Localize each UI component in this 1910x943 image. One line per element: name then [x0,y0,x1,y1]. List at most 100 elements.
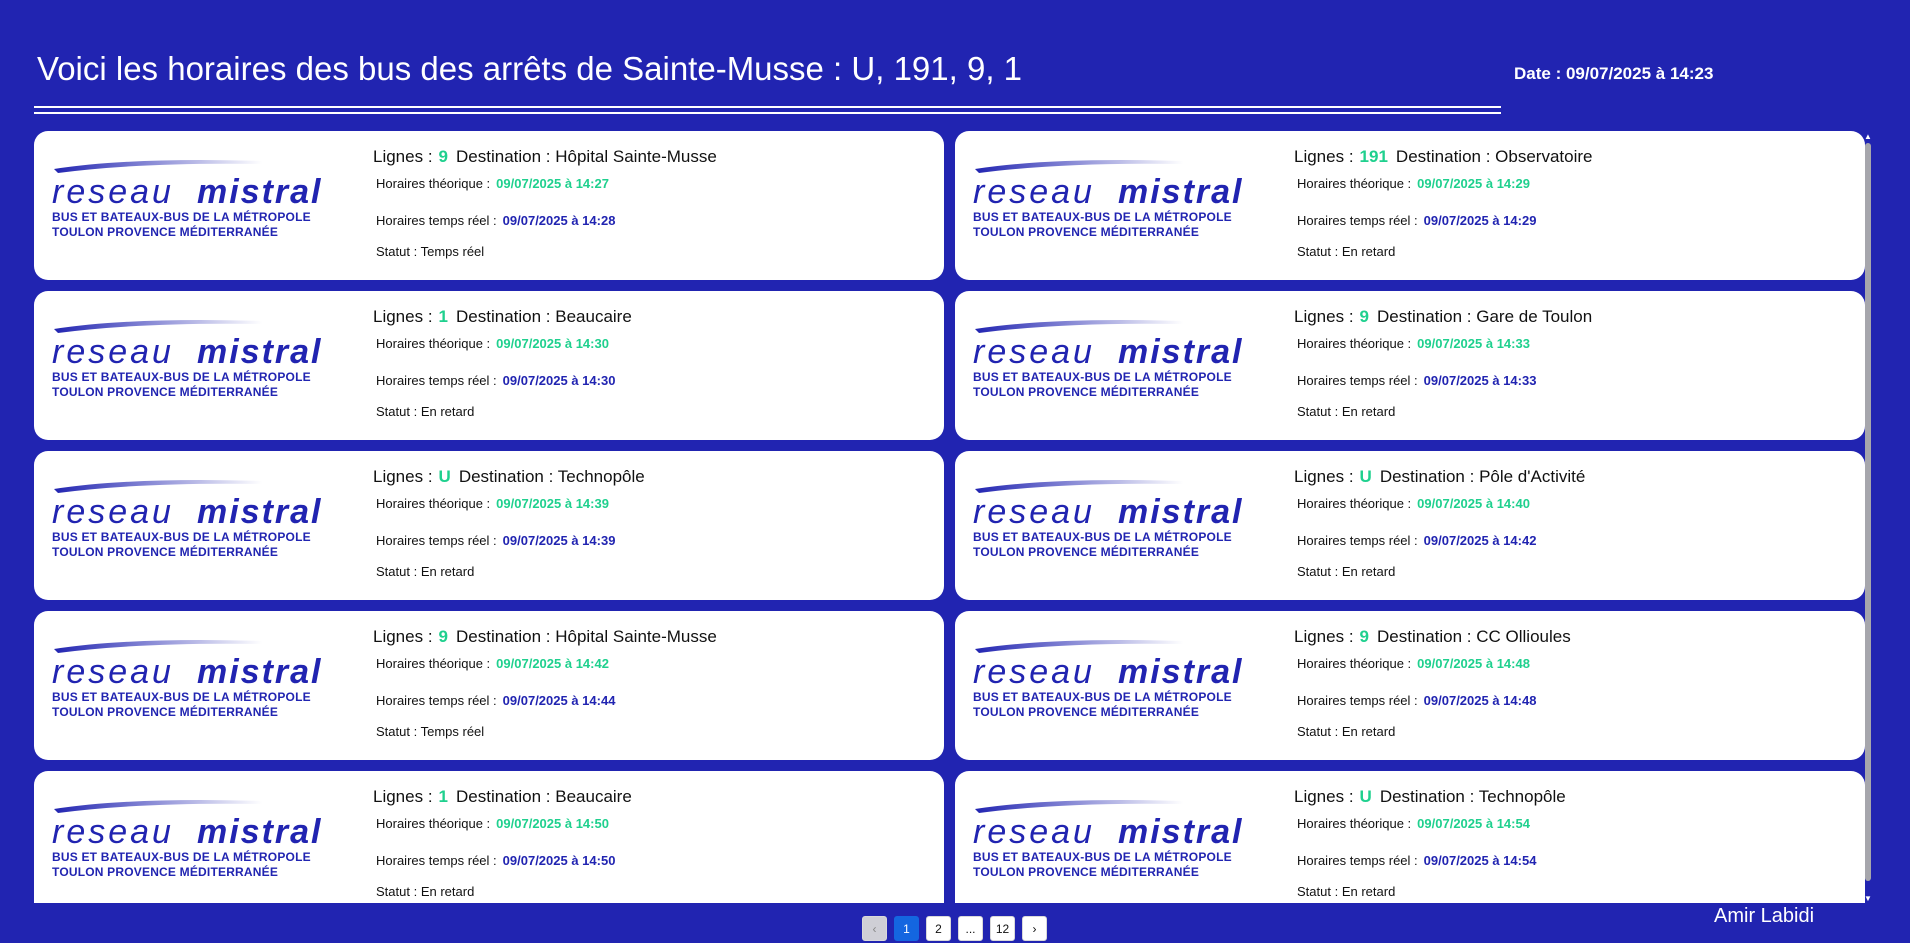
scrollbar[interactable]: ▲ ▼ [1864,131,1872,903]
chevron-right-icon: › [1032,921,1037,936]
theoretical-row: Horaires théorique : 09/07/2025 à 14:27 [376,176,933,191]
reseau-mistral-logo: reseau mistral BUS ET BATEAUX-BUS DE LA … [52,157,342,247]
departures-list[interactable]: reseau mistral BUS ET BATEAUX-BUS DE LA … [34,131,1866,903]
destination-value: Beaucaire [555,787,632,806]
logo-subtitle-line2: TOULON PROVENCE MÉDITERRANÉE [973,225,1200,239]
reseau-mistral-logo-mark: reseau mistral [52,480,321,529]
departures-grid: reseau mistral BUS ET BATEAUX-BUS DE LA … [34,131,1866,903]
theoretical-time: 09/07/2025 à 14:50 [496,816,609,831]
status-row: Statut : En retard [1297,564,1854,579]
realtime-label: Horaires temps réel : [1297,533,1418,548]
realtime-time: 09/07/2025 à 14:54 [1423,853,1537,868]
status-label: Statut : [376,724,418,739]
line-row: Lignes : U Destination : Technopôle [373,467,933,489]
page-1-button[interactable]: 1 [894,916,919,941]
page-12-button[interactable]: 12 [990,916,1015,941]
realtime-label: Horaires temps réel : [1297,373,1418,388]
scrollbar-thumb[interactable] [1865,143,1871,881]
realtime-row: Horaires temps réel : 09/07/2025 à 14:44 [376,693,933,708]
departure-card: reseau mistral BUS ET BATEAUX-BUS DE LA … [955,291,1865,440]
destination-value: Hôpital Sainte-Musse [555,627,717,646]
departure-card: reseau mistral BUS ET BATEAUX-BUS DE LA … [34,451,944,600]
reseau-mistral-logo: reseau mistral BUS ET BATEAUX-BUS DE LA … [973,797,1263,887]
logo-subtitle-line2: TOULON PROVENCE MÉDITERRANÉE [52,385,279,399]
logo-text-reseau: reseau [52,333,174,369]
destination-label: Destination : [456,627,551,646]
departure-card: reseau mistral BUS ET BATEAUX-BUS DE LA … [34,771,944,903]
line-row: Lignes : 9 Destination : CC Ollioules [1294,627,1854,649]
logo-text-mistral: mistral [1118,653,1244,689]
line-number: 1 [438,787,449,806]
logo-text-mistral: mistral [1118,173,1244,209]
status-label: Statut : [376,244,418,259]
scroll-down-icon[interactable]: ▼ [1864,895,1872,903]
status-label: Statut : [376,564,418,579]
logo-text-mistral: mistral [197,813,323,849]
logo-text-reseau: reseau [973,813,1095,849]
destination-label: Destination : [458,467,554,486]
realtime-time: 09/07/2025 à 14:44 [502,693,616,708]
reseau-mistral-logo-mark: reseau mistral [973,160,1244,209]
destination-label: Destination : [1379,787,1475,806]
line-row: Lignes : 9 Destination : Hôpital Sainte-Mu… [373,627,933,649]
logo-subtitle: BUS ET BATEAUX-BUS DE LA MÉTROPOLE TOULO… [973,210,1232,240]
logo-subtitle-line1: BUS ET BATEAUX-BUS DE LA MÉTROPOLE [973,530,1232,544]
page-2-button[interactable]: 2 [926,916,951,941]
theoretical-row: Horaires théorique : 09/07/2025 à 14:30 [376,336,933,351]
departure-info: Lignes : 191 Destination : Observatoire Ho… [1294,147,1854,259]
theoretical-time: 09/07/2025 à 14:27 [496,176,609,191]
status-row: Statut : En retard [1297,404,1854,419]
departure-info: Lignes : 9 Destination : CC Ollioules Hora… [1294,627,1854,739]
logo-text-reseau: reseau [52,493,174,529]
realtime-time: 09/07/2025 à 14:30 [502,373,616,388]
departure-card: reseau mistral BUS ET BATEAUX-BUS DE LA … [955,451,1865,600]
line-number: 9 [1359,307,1370,326]
realtime-label: Horaires temps réel : [1297,693,1418,708]
chevron-left-icon: ‹ [872,921,877,936]
logo-text-reseau: reseau [52,173,174,209]
status-value: En retard [420,884,475,899]
destination-label: Destination : [1377,627,1472,646]
reseau-mistral-logo: reseau mistral BUS ET BATEAUX-BUS DE LA … [52,317,342,407]
theoretical-time: 09/07/2025 à 14:40 [1417,496,1530,511]
line-row: Lignes : 1 Destination : Beaucaire [373,787,933,809]
status-row: Statut : Temps réel [376,724,933,739]
realtime-row: Horaires temps réel : 09/07/2025 à 14:29 [1297,213,1854,228]
previous-page-button[interactable]: ‹ [862,916,887,941]
header-divider [34,106,1501,114]
status-value: En retard [1341,724,1396,739]
theoretical-label: Horaires théorique : [376,176,491,191]
status-label: Statut : [1297,404,1339,419]
status-row: Statut : Temps réel [376,244,933,259]
logo-subtitle-line2: TOULON PROVENCE MÉDITERRANÉE [973,385,1200,399]
destination-value: Technopôle [557,467,645,486]
status-row: Statut : En retard [1297,884,1854,899]
theoretical-time: 09/07/2025 à 14:30 [496,336,609,351]
theoretical-time: 09/07/2025 à 14:33 [1417,336,1530,351]
scroll-up-icon[interactable]: ▲ [1864,133,1872,141]
theoretical-time: 09/07/2025 à 14:39 [496,496,609,511]
departure-card: reseau mistral BUS ET BATEAUX-BUS DE LA … [34,291,944,440]
lines-label: Lignes : [373,307,433,326]
departure-card: reseau mistral BUS ET BATEAUX-BUS DE LA … [955,131,1865,280]
status-value: En retard [420,404,475,419]
author-name: Amir Labidi [1714,905,1815,927]
logo-subtitle: BUS ET BATEAUX-BUS DE LA MÉTROPOLE TOULO… [52,690,311,720]
realtime-time: 09/07/2025 à 14:42 [1423,533,1537,548]
line-row: Lignes : 191 Destination : Observatoire [1294,147,1854,169]
lines-label: Lignes : [373,467,433,486]
realtime-time: 09/07/2025 à 14:28 [502,213,616,228]
reseau-mistral-logo-mark: reseau mistral [973,480,1242,529]
destination-label: Destination : [1377,307,1472,326]
departure-info: Lignes : 9 Destination : Gare de Toulon Ho… [1294,307,1854,419]
line-number: 9 [438,147,449,166]
theoretical-label: Horaires théorique : [376,336,491,351]
next-page-button[interactable]: › [1022,916,1047,941]
theoretical-label: Horaires théorique : [1297,656,1412,671]
line-row: Lignes : 1 Destination : Beaucaire [373,307,933,329]
reseau-mistral-logo-mark: reseau mistral [973,320,1242,369]
realtime-label: Horaires temps réel : [376,373,497,388]
destination-label: Destination : [456,147,551,166]
date-label: Date : 09/07/2025 à 14:23 [1514,64,1714,83]
realtime-label: Horaires temps réel : [376,693,497,708]
